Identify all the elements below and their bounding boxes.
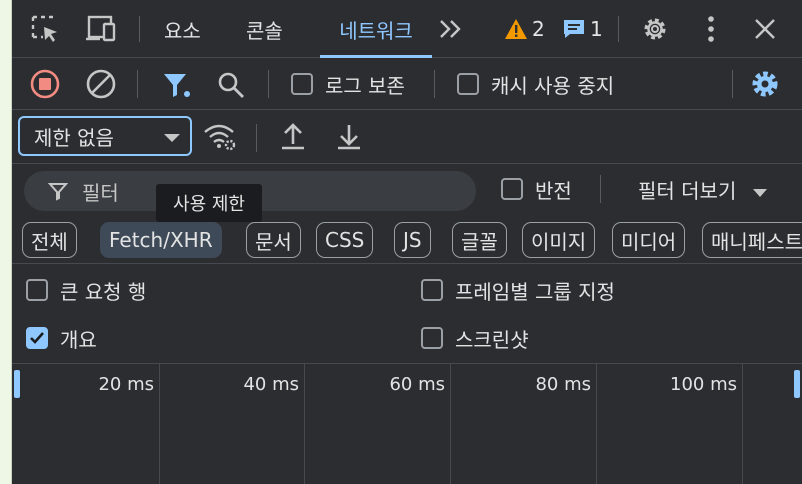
overview-label: 개요	[60, 328, 97, 352]
chevron-down-icon	[164, 134, 180, 142]
network-options: 큰 요청 행 프레임별 그룹 지정 개요 스크린샷	[12, 264, 802, 364]
tick-line	[596, 364, 597, 484]
messages-badge[interactable]: 1	[562, 0, 603, 58]
chip-media[interactable]: 미디어	[612, 222, 686, 258]
invert-checkbox[interactable]	[501, 178, 523, 200]
more-filters-label: 필터 더보기	[638, 179, 737, 203]
chip-font[interactable]: 글꼴	[452, 222, 507, 258]
chip-css[interactable]: CSS	[316, 222, 374, 258]
tick-label: 40 ms	[243, 374, 299, 395]
tick-label: 60 ms	[389, 374, 445, 395]
close-devtools-icon[interactable]	[748, 12, 782, 46]
tab-console[interactable]: 콘솔	[246, 0, 283, 58]
filter-placeholder: 필터	[82, 180, 119, 205]
message-icon	[564, 20, 584, 38]
export-har-download-icon[interactable]	[332, 120, 366, 154]
filter-funnel-icon	[48, 183, 68, 201]
filter-row: 필터 반전 필터 더보기	[12, 164, 802, 214]
devtools-tab-bar: 요소 콘솔 네트워크 2 1	[12, 0, 802, 58]
more-tabs-chevron-icon[interactable]	[434, 12, 468, 46]
warnings-badge[interactable]: 2	[504, 0, 545, 58]
throttle-toolbar: 제한 없음	[12, 110, 802, 164]
stop-recording-icon[interactable]	[28, 67, 62, 101]
tick-line	[304, 364, 305, 484]
tick-label: 100 ms	[670, 374, 737, 395]
more-filters-button[interactable]: 필터 더보기	[638, 175, 767, 204]
chip-js[interactable]: JS	[394, 222, 431, 258]
tab-elements[interactable]: 요소	[164, 0, 201, 58]
tick-line	[742, 364, 743, 484]
devtools-panel: 요소 콘솔 네트워크 2 1 로그 보존 캐시 사용 중지 제한 없음 필터 반…	[12, 0, 802, 484]
group-by-frame-checkbox[interactable]	[421, 279, 443, 301]
chip-manifest[interactable]: 매니페스트	[702, 222, 802, 258]
filter-funnel-icon[interactable]	[160, 68, 194, 102]
network-toolbar: 로그 보존 캐시 사용 중지	[12, 58, 802, 110]
toolbar-separator	[732, 70, 733, 98]
tab-separator	[618, 16, 619, 42]
search-icon[interactable]	[214, 68, 248, 102]
tab-network[interactable]: 네트워크	[320, 0, 432, 58]
clear-log-icon[interactable]	[84, 67, 118, 101]
overview-timeline[interactable]: 20 ms 40 ms 60 ms 80 ms 100 ms	[12, 364, 802, 484]
warnings-count: 2	[532, 17, 545, 41]
messages-count: 1	[590, 17, 603, 41]
import-har-upload-icon[interactable]	[276, 120, 310, 154]
toolbar-separator	[268, 70, 269, 98]
checkmark-icon	[30, 332, 44, 344]
preserve-log-label: 로그 보존	[325, 74, 405, 98]
warning-icon	[505, 19, 527, 39]
tick-label: 80 ms	[535, 374, 591, 395]
preserve-log-checkbox[interactable]	[291, 73, 313, 95]
timeline-right-handle[interactable]	[794, 370, 800, 398]
toolbar-separator	[137, 70, 138, 98]
disable-cache-checkbox[interactable]	[457, 73, 479, 95]
toolbar-separator	[434, 70, 435, 98]
throttle-select-value: 제한 없음	[34, 125, 114, 150]
tab-network-label: 네트워크	[339, 18, 413, 43]
invert-label: 반전	[535, 179, 572, 203]
toolbar-separator	[256, 124, 257, 152]
chevron-down-icon	[752, 188, 767, 197]
network-conditions-wifi-icon[interactable]	[200, 120, 240, 154]
filter-separator	[600, 175, 601, 203]
throttle-select[interactable]: 제한 없음	[18, 116, 192, 156]
network-settings-gear-icon[interactable]	[748, 67, 782, 101]
tab-separator	[139, 16, 140, 42]
timeline-left-handle[interactable]	[14, 370, 20, 398]
left-page-edge	[0, 0, 12, 484]
tick-line	[159, 364, 160, 484]
chip-fetch-xhr[interactable]: Fetch/XHR	[100, 222, 222, 258]
tooltip: 사용 제한	[156, 184, 262, 222]
inspect-element-icon[interactable]	[28, 12, 62, 46]
overview-checkbox[interactable]	[26, 327, 48, 349]
chip-doc[interactable]: 문서	[246, 222, 301, 258]
tick-line	[450, 364, 451, 484]
chip-all[interactable]: 전체	[22, 222, 77, 258]
tick-label: 20 ms	[98, 374, 154, 395]
big-request-rows-checkbox[interactable]	[26, 279, 48, 301]
disable-cache-label: 캐시 사용 중지	[491, 74, 615, 98]
screenshots-label: 스크린샷	[455, 328, 529, 352]
resource-type-filter-bar: 전체 Fetch/XHR 문서 CSS JS 글꼴 이미지 미디어 매니페스트	[12, 214, 802, 264]
chip-img[interactable]: 이미지	[522, 222, 596, 258]
settings-gear-icon[interactable]	[638, 12, 672, 46]
device-toolbar-icon[interactable]	[84, 12, 118, 46]
big-request-rows-label: 큰 요청 행	[60, 280, 147, 304]
group-by-frame-label: 프레임별 그룹 지정	[455, 280, 615, 304]
more-options-kebab-icon[interactable]	[694, 12, 728, 46]
screenshots-checkbox[interactable]	[421, 327, 443, 349]
